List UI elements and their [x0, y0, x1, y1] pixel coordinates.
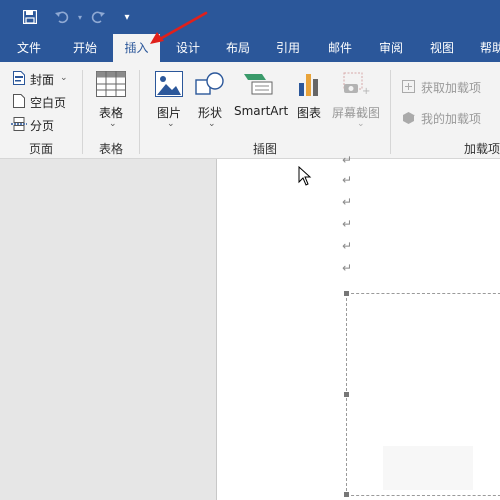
- get-addins-icon: [402, 80, 415, 96]
- tab-view[interactable]: 视图: [424, 34, 460, 62]
- paragraph-mark: ↵: [342, 173, 353, 187]
- tab-home[interactable]: 开始: [67, 34, 103, 62]
- addins-group-label: 加载项: [464, 142, 500, 156]
- blank-page-icon: [13, 94, 25, 111]
- my-addins-button: 我的加载项: [421, 112, 482, 126]
- table-group-label: 表格: [99, 142, 124, 156]
- shapes-chevron-icon[interactable]: ⌄: [208, 119, 216, 129]
- blank-page-button[interactable]: 空白页: [30, 94, 66, 111]
- tab-layout[interactable]: 布局: [220, 34, 256, 62]
- paragraph-mark: ↵: [342, 195, 353, 209]
- screenshot-icon: +: [341, 72, 371, 101]
- resize-handle[interactable]: [344, 291, 349, 296]
- resize-handle[interactable]: [344, 392, 349, 397]
- title-bar: ▾ ▾: [0, 0, 500, 34]
- shapes-icon[interactable]: [195, 71, 225, 100]
- drawing-canvas-frame[interactable]: [344, 291, 500, 497]
- picture-chevron-icon[interactable]: ⌄: [167, 119, 175, 129]
- mouse-cursor-icon: [298, 165, 312, 189]
- screenshot-chevron-icon: ⌄: [357, 119, 365, 129]
- save-icon[interactable]: [20, 7, 40, 27]
- paragraph-mark: ↵: [342, 217, 353, 231]
- smartart-button[interactable]: SmartArt: [234, 104, 288, 118]
- table-chevron-icon[interactable]: ⌄: [109, 119, 117, 129]
- tab-review[interactable]: 审阅: [373, 34, 409, 62]
- get-addins-button: 获取加载项: [421, 81, 482, 95]
- navigation-gray-area: [0, 159, 215, 500]
- cover-page-icon: [13, 71, 25, 88]
- group-divider: [82, 70, 83, 154]
- ribbon-tabs: 文件 开始 插入 设计 布局 引用 邮件 审阅 视图 帮助: [0, 34, 500, 62]
- tab-file[interactable]: 文件: [11, 34, 47, 62]
- picture-icon[interactable]: [155, 71, 183, 100]
- paragraph-mark: ↵: [342, 261, 353, 275]
- paragraph-mark: ↵: [342, 153, 353, 167]
- svg-text:+: +: [362, 86, 370, 97]
- annotation-arrow-icon: [148, 10, 210, 49]
- cover-page-chevron-icon[interactable]: ⌄: [60, 73, 68, 83]
- pages-group-label: 页面: [29, 142, 54, 156]
- group-divider: [139, 70, 140, 154]
- table-icon[interactable]: [96, 71, 126, 100]
- page-break-button[interactable]: 分页: [30, 117, 54, 134]
- tab-mailings[interactable]: 邮件: [322, 34, 358, 62]
- smartart-icon[interactable]: [244, 72, 274, 99]
- illustrations-group-label: 插图: [253, 142, 278, 156]
- faint-highlight: [383, 446, 473, 490]
- tab-references[interactable]: 引用: [270, 34, 306, 62]
- cover-page-button[interactable]: 封面: [30, 71, 54, 88]
- ribbon-panel: 封面 ⌄ 空白页 分页 页面 表格 ⌄ 表格 图片 ⌄ 形状 ⌄ SmartAr…: [0, 62, 500, 159]
- undo-icon[interactable]: [52, 7, 72, 27]
- group-divider: [390, 70, 391, 154]
- customize-arrow-icon[interactable]: ▾: [117, 7, 137, 27]
- chart-icon[interactable]: [297, 71, 323, 100]
- redo-icon[interactable]: [88, 7, 108, 27]
- page-break-icon: [11, 117, 27, 134]
- chart-button[interactable]: 图表: [297, 104, 321, 121]
- undo-dropdown-icon[interactable]: ▾: [70, 7, 90, 27]
- resize-handle[interactable]: [344, 492, 349, 497]
- screenshot-button: 屏幕截图: [332, 106, 381, 120]
- my-addins-chevron-icon: ⌄: [409, 110, 417, 120]
- tab-help[interactable]: 帮助: [474, 34, 500, 62]
- paragraph-mark: ↵: [342, 239, 353, 253]
